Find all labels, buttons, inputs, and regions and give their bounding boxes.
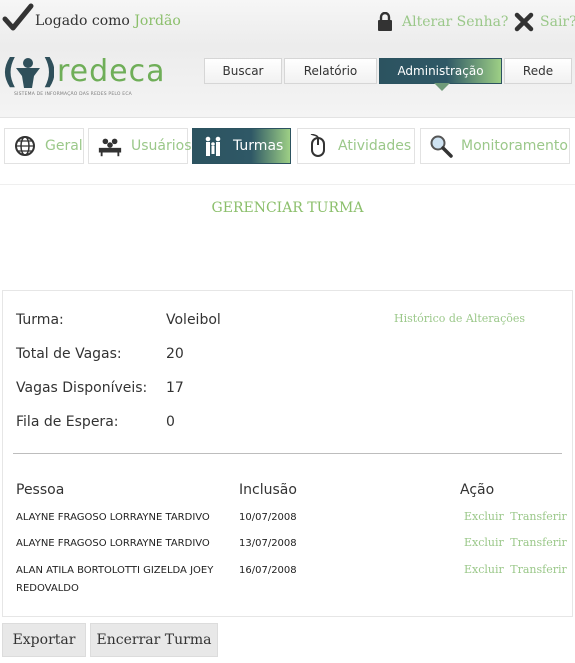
tab-label: Atividades	[338, 138, 412, 154]
field-value-turma: Voleibol	[166, 312, 221, 328]
top-bar: Logado como Jordão Alterar Senha? Sair?	[0, 0, 575, 46]
column-header-acao: Ação	[460, 482, 495, 498]
nav-label: Buscar	[222, 64, 264, 78]
field-label-turma: Turma:	[16, 312, 64, 328]
redeca-logo[interactable]: ( ) redeca SISTEMA DE INFORMAÇÃO DAS RED…	[2, 52, 165, 102]
svg-text:(: (	[2, 54, 18, 90]
nav-label: Administração	[397, 64, 484, 78]
tab-label: Usuários	[131, 138, 192, 154]
nav-relatorio[interactable]: Relatório	[284, 58, 377, 84]
active-pointer	[434, 83, 450, 91]
logo-subtitle: SISTEMA DE INFORMAÇÃO DAS REDES PELO ECA	[14, 92, 132, 97]
transfer-link[interactable]: Transferir	[510, 563, 567, 576]
field-value-fila-espera: 0	[166, 414, 175, 430]
tab-usuarios[interactable]: Usuários	[88, 128, 192, 164]
users-icon	[97, 134, 123, 158]
nav-buscar[interactable]: Buscar	[204, 58, 282, 84]
column-header-pessoa: Pessoa	[16, 482, 65, 498]
svg-text:): )	[42, 54, 54, 90]
delete-link[interactable]: Excluir	[464, 510, 504, 523]
delete-link[interactable]: Excluir	[464, 536, 504, 549]
table-row-date: 10/07/2008	[239, 512, 297, 523]
tab-label: Monitoramento	[461, 138, 568, 154]
nav-rede[interactable]: Rede	[504, 58, 572, 84]
lock-icon	[378, 12, 392, 31]
section-divider	[13, 453, 562, 454]
field-value-total-vagas: 20	[166, 346, 184, 362]
logout-link[interactable]: Sair?	[540, 14, 575, 30]
table-row-actions: Excluir Transferir	[464, 563, 570, 576]
table-row-actions: Excluir Transferir	[464, 510, 570, 523]
column-header-inclusao: Inclusão	[239, 482, 297, 498]
logo-word: redeca	[57, 54, 166, 89]
logo-people-icon: ( )	[2, 52, 58, 92]
username-link[interactable]: Jordão	[134, 13, 180, 29]
globe-icon	[13, 134, 37, 158]
magnifier-icon	[429, 134, 453, 158]
transfer-link[interactable]: Transferir	[510, 536, 567, 549]
tab-label: Turmas	[233, 138, 284, 154]
table-row-date: 13/07/2008	[239, 538, 297, 549]
table-row-person: ALAN ATILA BORTOLOTTI GIZELDA JOEY REDOV…	[16, 565, 214, 594]
field-value-vagas-disponiveis: 17	[166, 380, 184, 396]
header: ( ) redeca SISTEMA DE INFORMAÇÃO DAS RED…	[0, 46, 575, 118]
export-button[interactable]: Exportar	[2, 623, 86, 657]
table-row-actions: Excluir Transferir	[464, 536, 570, 549]
tab-monitoramento[interactable]: Monitoramento	[420, 128, 570, 164]
table-row-person: ALAYNE FRAGOSO LORRAYNE TARDIVO	[16, 538, 210, 549]
field-label-vagas-disponiveis: Vagas Disponíveis:	[16, 380, 148, 396]
field-label-fila-espera: Fila de Espera:	[16, 414, 119, 430]
page-title: GERENCIAR TURMA	[211, 200, 364, 216]
table-row-person: ALAYNE FRAGOSO LORRAYNE TARDIVO	[16, 512, 210, 523]
mouse-icon	[306, 134, 330, 158]
field-label-total-vagas: Total de Vagas:	[16, 346, 122, 362]
check-icon	[2, 3, 34, 31]
table-row-date: 16/07/2008	[239, 565, 297, 576]
delete-link[interactable]: Excluir	[464, 563, 504, 576]
history-link[interactable]: Histórico de Alterações	[394, 312, 525, 325]
tab-turmas[interactable]: Turmas	[192, 128, 291, 164]
change-password-link[interactable]: Alterar Senha?	[402, 14, 508, 30]
tab-label: Geral	[45, 138, 83, 154]
nav-label: Rede	[522, 64, 554, 78]
tab-atividades[interactable]: Atividades	[297, 128, 415, 164]
close-icon[interactable]	[514, 12, 534, 32]
tab-geral[interactable]: Geral	[4, 128, 84, 164]
nav-administracao[interactable]: Administração	[379, 58, 502, 91]
divider	[0, 184, 575, 185]
logged-in-text: Logado como Jordão	[35, 13, 181, 29]
class-panel: Turma: Voleibol Histórico de Alterações …	[2, 290, 573, 617]
transfer-link[interactable]: Transferir	[510, 510, 567, 523]
logged-prefix: Logado como	[35, 13, 130, 29]
family-icon	[201, 134, 225, 158]
close-class-button[interactable]: Encerrar Turma	[90, 623, 218, 657]
nav-label: Relatório	[303, 64, 358, 78]
